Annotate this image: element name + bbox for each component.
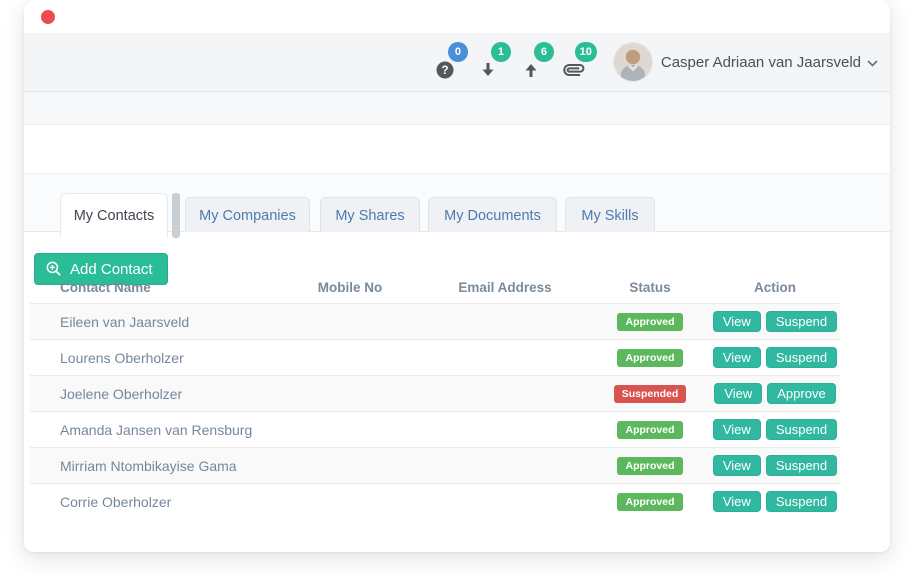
arrow-down-icon — [478, 60, 498, 80]
column-header-email-address: Email Address — [420, 280, 590, 295]
window-close-dot[interactable] — [41, 10, 55, 24]
suspend-button[interactable]: Suspend — [766, 347, 837, 368]
action-cell: ViewSuspend — [710, 311, 840, 332]
status-cell: Approved — [590, 420, 710, 439]
status-badge: Approved — [617, 421, 682, 439]
status-cell: Approved — [590, 312, 710, 331]
tab-divider — [172, 193, 180, 238]
suspend-button[interactable]: Suspend — [766, 491, 837, 512]
notification-arrow-down[interactable]: 1 — [477, 41, 509, 83]
svg-text:?: ? — [441, 65, 448, 77]
app-header-bar: ?0 1 6 10 Casper Adriaan van Jaarsveld — [24, 33, 890, 92]
status-badge: Approved — [617, 313, 682, 331]
action-cell: ViewApprove — [710, 383, 840, 404]
view-button[interactable]: View — [713, 419, 761, 440]
paperclip-icon — [564, 60, 584, 80]
status-cell: Approved — [590, 492, 710, 511]
view-button[interactable]: View — [713, 491, 761, 512]
view-button[interactable]: View — [714, 383, 762, 404]
contact-name-cell: Lourens Oberholzer — [30, 350, 280, 366]
status-badge: Suspended — [614, 385, 687, 403]
status-cell: Suspended — [590, 384, 710, 403]
count-badge: 10 — [575, 42, 597, 62]
table-row: Eileen van Jaarsveld Approved ViewSuspend — [30, 303, 840, 339]
suspend-button[interactable]: Suspend — [766, 311, 837, 332]
column-header-status: Status — [590, 280, 710, 295]
question-circle-icon: ? — [435, 60, 455, 80]
contacts-table: Contact Name Mobile No Email Address Sta… — [30, 271, 840, 519]
notification-icons: ?0 1 6 10 — [434, 41, 606, 83]
status-badge: Approved — [617, 493, 682, 511]
arrow-up-icon — [521, 60, 541, 80]
tab-my-shares[interactable]: My Shares — [320, 197, 420, 233]
action-cell: ViewSuspend — [710, 347, 840, 368]
avatar[interactable] — [614, 43, 652, 81]
contact-name-cell: Joelene Oberholzer — [30, 386, 280, 402]
view-button[interactable]: View — [713, 311, 761, 332]
table-row: Joelene Oberholzer Suspended ViewApprove — [30, 375, 840, 411]
action-cell: ViewSuspend — [710, 491, 840, 512]
status-cell: Approved — [590, 348, 710, 367]
tab-my-contacts[interactable]: My Contacts — [60, 193, 168, 238]
status-badge: Approved — [617, 349, 682, 367]
action-cell: ViewSuspend — [710, 455, 840, 476]
view-button[interactable]: View — [713, 347, 761, 368]
notification-question-circle[interactable]: ?0 — [434, 41, 466, 83]
count-badge: 0 — [448, 42, 468, 62]
contact-name-cell: Mirriam Ntombikayise Gama — [30, 458, 280, 474]
count-badge: 1 — [491, 42, 511, 62]
status-cell: Approved — [590, 456, 710, 475]
tab-my-skills[interactable]: My Skills — [565, 197, 655, 233]
column-header-mobile-no: Mobile No — [280, 280, 420, 295]
column-header-action: Action — [710, 280, 840, 295]
suspend-button[interactable]: Suspend — [766, 419, 837, 440]
column-header-contact-name: Contact Name — [30, 280, 280, 295]
table-row: Mirriam Ntombikayise Gama Approved ViewSus… — [30, 447, 840, 483]
table-row: Corrie Oberholzer Approved ViewSuspend — [30, 483, 840, 519]
status-badge: Approved — [617, 457, 682, 475]
action-cell: ViewSuspend — [710, 419, 840, 440]
user-menu[interactable]: Casper Adriaan van Jaarsveld — [661, 54, 878, 71]
contact-name-cell: Corrie Oberholzer — [30, 494, 280, 510]
view-button[interactable]: View — [713, 455, 761, 476]
table-row: Amanda Jansen van Rensburg Approved ViewSu… — [30, 411, 840, 447]
content-panel: Add Contact Contact Name Mobile No Email… — [24, 232, 890, 552]
notification-paperclip[interactable]: 10 — [563, 41, 595, 83]
contact-name-cell: Amanda Jansen van Rensburg — [30, 422, 280, 438]
contact-name-cell: Eileen van Jaarsveld — [30, 314, 280, 330]
table-header-row: Contact Name Mobile No Email Address Sta… — [30, 271, 840, 303]
chevron-down-icon — [867, 60, 878, 67]
suspend-button[interactable]: Suspend — [766, 455, 837, 476]
app-window-card: ?0 1 6 10 Casper Adriaan van Jaarsveld My C… — [24, 0, 890, 552]
count-badge: 6 — [534, 42, 554, 62]
approve-button[interactable]: Approve — [767, 383, 835, 404]
page: ?0 1 6 10 Casper Adriaan van Jaarsveld My C… — [0, 0, 917, 581]
tab-my-documents[interactable]: My Documents — [428, 197, 557, 233]
notification-arrow-up[interactable]: 6 — [520, 41, 552, 83]
table-body: Eileen van JaarsveldApprovedViewSuspendL… — [30, 303, 840, 519]
user-name: Casper Adriaan van Jaarsveld — [661, 54, 861, 71]
table-row: Lourens Oberholzer Approved ViewSuspend — [30, 339, 840, 375]
breadcrumb-strip — [24, 92, 890, 125]
tab-my-companies[interactable]: My Companies — [185, 197, 310, 233]
